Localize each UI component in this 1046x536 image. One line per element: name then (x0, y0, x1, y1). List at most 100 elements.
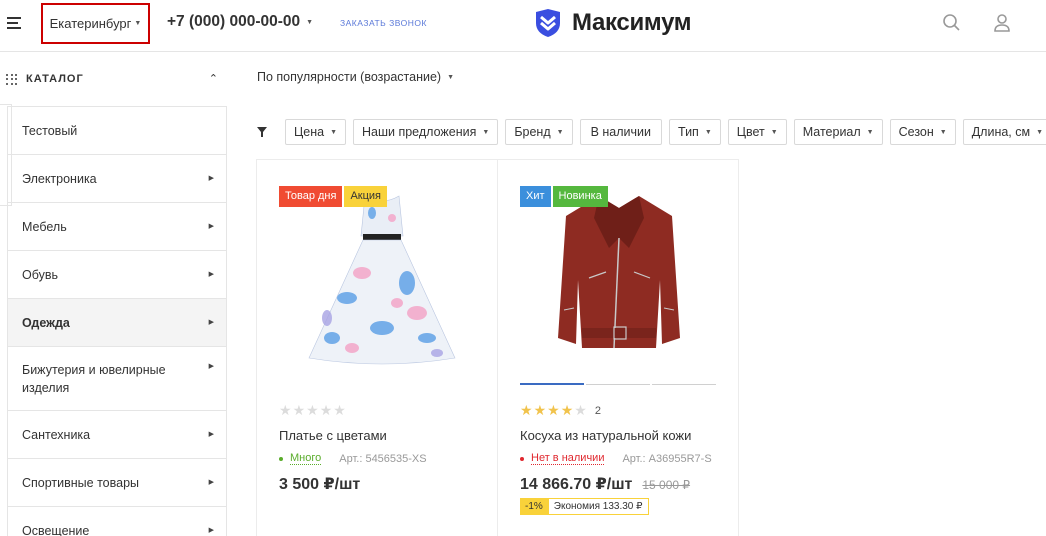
chevron-down-icon: ▼ (1036, 128, 1044, 136)
pager-dot[interactable] (586, 384, 650, 385)
sidebar-item-label: Спортивные товары (22, 475, 140, 490)
filter-label: Материал (802, 125, 861, 139)
stock-status[interactable]: Нет в наличии (531, 452, 605, 465)
stock-dot (279, 456, 283, 461)
review-count[interactable]: 2 (595, 405, 601, 417)
sidebar-item-test[interactable]: Тестовый (8, 107, 226, 155)
price-row: 14 866.70 ₽/шт 15 000 ₽ (520, 474, 690, 494)
header: Екатеринбург ▼ +7 (000) 000-00-00 ▼ ЗАКА… (0, 0, 1046, 52)
chevron-right-icon: ▶ (208, 222, 214, 230)
pager-dot[interactable] (652, 384, 716, 385)
product-card[interactable]: Хит Новинка ★ ★ ★ ★ ★ 2 Косуха из натура… (498, 160, 738, 536)
logo-icon (536, 9, 560, 37)
filter-color[interactable]: Цвет ▼ (727, 119, 787, 145)
chevron-right-icon: ▶ (208, 478, 214, 486)
sidebar-item-electronics[interactable]: Электроника ▶ (8, 155, 226, 203)
chevron-down-icon: ▼ (770, 128, 778, 136)
menu-icon[interactable] (7, 17, 21, 29)
sidebar-item-clothing[interactable]: Одежда ▶ (8, 299, 226, 347)
star-icon: ★ (533, 402, 547, 418)
stock-dot (520, 456, 524, 461)
stock-row: Много Арт.: 5456535-XS (279, 452, 427, 465)
logo-text: Максимум (572, 9, 692, 36)
filter-length[interactable]: Длина, см ▼ (962, 119, 1046, 145)
filter-brand[interactable]: Бренд ▼ (505, 119, 573, 145)
article: Арт.: 5456535-XS (339, 452, 427, 465)
filter-icon[interactable] (256, 125, 268, 143)
sidebar-item-label: Тестовый (22, 123, 78, 138)
stock-status[interactable]: Много (290, 452, 322, 465)
sidebar-menu: Тестовый Электроника ▶ Мебель ▶ Обувь ▶ … (7, 106, 227, 536)
sidebar-item-label: Бижутерия и ювелирные изделия (22, 362, 166, 395)
chevron-down-icon: ▼ (134, 20, 142, 27)
sidebar-item-lighting[interactable]: Освещение ▶ (8, 507, 226, 536)
chevron-right-icon: ▶ (208, 430, 214, 438)
chevron-down-icon: ▼ (556, 128, 564, 136)
filter-type[interactable]: Тип ▼ (668, 119, 721, 145)
chevron-right-icon: ▶ (208, 363, 214, 370)
city-selector[interactable]: Екатеринбург ▼ (41, 3, 150, 44)
star-icon: ★ (306, 402, 319, 418)
sidebar-item-plumbing[interactable]: Сантехника ▶ (8, 411, 226, 459)
sidebar-item-shoes[interactable]: Обувь ▶ (8, 251, 226, 299)
callback-link[interactable]: ЗАКАЗАТЬ ЗВОНОК (340, 18, 427, 28)
article: Арт.: A36955R7-S (622, 452, 712, 465)
chevron-up-icon: ⌃ (208, 73, 218, 85)
filter-bar: Цена ▼ Наши предложения ▼ Бренд ▼ В наличии… (285, 119, 1046, 145)
chevron-down-icon: ▼ (447, 73, 455, 81)
star-icon: ★ (547, 402, 560, 418)
sidebar-item-label: Обувь (22, 267, 59, 282)
sidebar-item-furniture[interactable]: Мебель ▶ (8, 203, 226, 251)
star-icon: ★ (560, 402, 574, 418)
chevron-right-icon: ▶ (208, 526, 214, 534)
catalog-title: КАТАЛОГ (26, 73, 84, 85)
price: 3 500 ₽/шт (279, 476, 361, 493)
product-grid: Товар дня Акция ★ ★ ★ ★ ★ Платье с цвета… (256, 159, 739, 536)
badge-new: Новинка (552, 186, 608, 207)
grid-icon (6, 73, 17, 85)
filter-season[interactable]: Сезон ▼ (889, 119, 956, 145)
discount-badge: -1% (520, 498, 548, 515)
sort-dropdown[interactable]: По популярности (возрастание) ▼ (257, 70, 454, 84)
chevron-down-icon: ▼ (704, 128, 712, 136)
filter-label: Сезон (898, 125, 934, 139)
sidebar-item-sports[interactable]: Спортивные товары ▶ (8, 459, 226, 507)
chevron-right-icon: ▶ (208, 270, 214, 278)
product-card[interactable]: Товар дня Акция ★ ★ ★ ★ ★ Платье с цвета… (257, 160, 497, 536)
sidebar-item-label: Одежда (22, 315, 70, 330)
phone-dropdown[interactable]: +7 (000) 000-00-00 ▼ (167, 13, 313, 31)
badge-sale: Акция (344, 186, 388, 207)
star-icon: ★ (574, 402, 587, 418)
sidebar-item-label: Сантехника (22, 427, 91, 442)
filter-offers[interactable]: Наши предложения ▼ (353, 119, 499, 145)
sidebar-item-label: Освещение (22, 523, 90, 536)
search-icon[interactable] (942, 12, 962, 39)
product-name[interactable]: Косуха из натуральной кожи (520, 428, 691, 443)
sidebar-item-jewelry[interactable]: Бижутерия и ювелирные изделия ▶ (8, 347, 226, 411)
rating: ★ ★ ★ ★ ★ (279, 402, 346, 419)
star-icon: ★ (292, 402, 306, 418)
badge-hit: Хит (520, 186, 551, 207)
price-row: 3 500 ₽/шт (279, 474, 360, 494)
stock-row: Нет в наличии Арт.: A36955R7-S (520, 452, 712, 465)
image-pager[interactable] (520, 383, 716, 385)
logo[interactable]: Максимум (533, 8, 692, 38)
rating: ★ ★ ★ ★ ★ 2 (520, 402, 601, 419)
product-image[interactable] (544, 188, 694, 363)
user-icon[interactable] (992, 12, 1012, 39)
discount-row: -1% Экономия 133.30 ₽ (520, 498, 649, 515)
product-image[interactable] (297, 188, 467, 373)
badge-group: Хит Новинка (520, 186, 608, 207)
product-name[interactable]: Платье с цветами (279, 428, 387, 443)
pager-dot[interactable] (520, 383, 584, 385)
filter-price[interactable]: Цена ▼ (285, 119, 346, 145)
filter-material[interactable]: Материал ▼ (793, 119, 883, 145)
filter-in-stock[interactable]: В наличии (579, 119, 662, 145)
city-label: Екатеринбург (49, 16, 132, 31)
chevron-down-icon: ▼ (939, 128, 947, 136)
old-price: 15 000 ₽ (642, 478, 691, 492)
chevron-right-icon: ▶ (208, 318, 214, 326)
sort-label: По популярности (возрастание) (257, 70, 442, 84)
phone-number: +7 (000) 000-00-00 (167, 13, 301, 30)
catalog-toggle[interactable]: КАТАЛОГ ⌃ (6, 66, 228, 92)
